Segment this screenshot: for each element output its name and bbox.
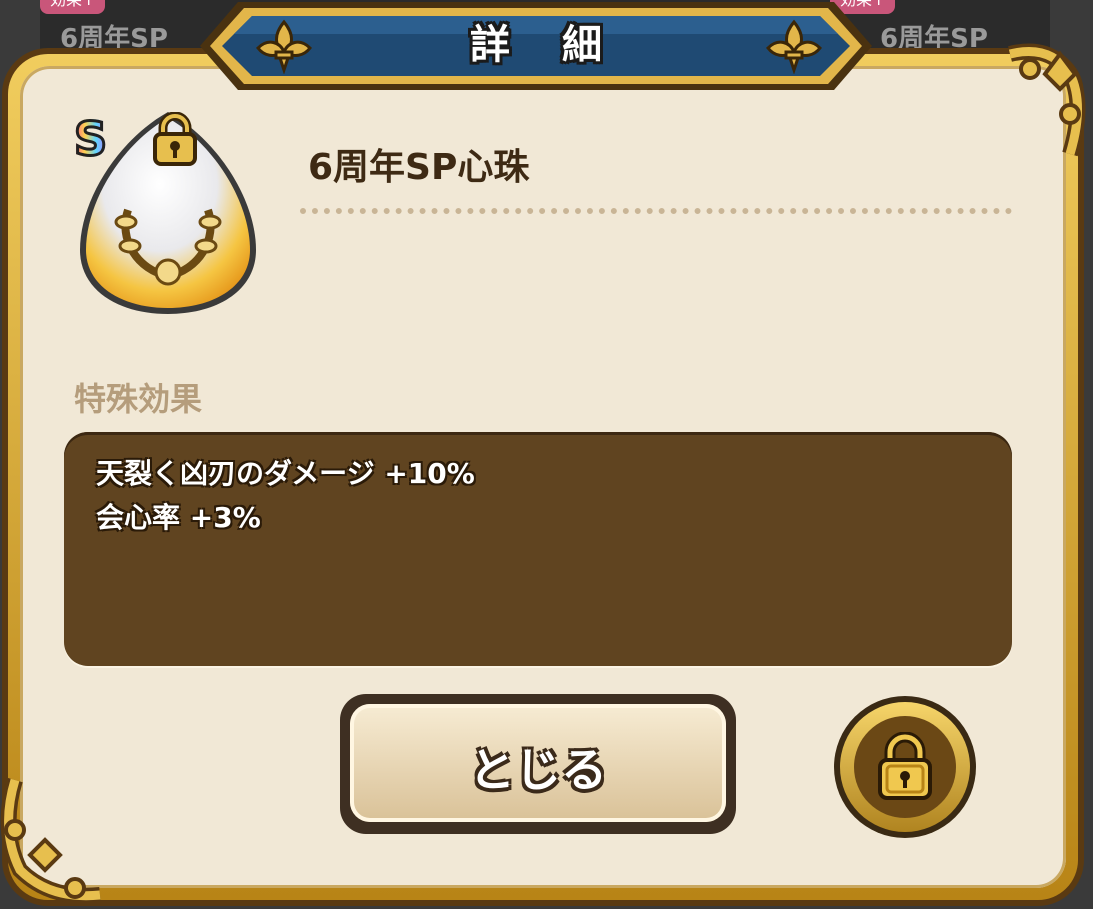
item-name: 6周年SP心珠	[308, 147, 530, 188]
divider	[300, 208, 1012, 214]
rank-badge: S	[72, 111, 108, 168]
corner-ornament-icon	[1008, 43, 1086, 157]
special-effect-label: 特殊効果	[74, 380, 203, 418]
background-tag: 効果↑	[40, 0, 106, 14]
effect-line: 会心率 +3%	[96, 501, 261, 534]
corner-ornament-icon	[0, 777, 101, 904]
lock-button-core	[854, 716, 956, 818]
dialog-title: 詳細	[470, 22, 654, 68]
lock-button[interactable]	[834, 696, 976, 838]
close-button[interactable]: とじる	[340, 694, 736, 834]
effect-line: 天裂く凶刃のダメージ +10%	[96, 457, 475, 490]
close-button-face[interactable]: とじる	[350, 704, 726, 822]
title-banner: 詳細	[198, 0, 874, 92]
lock-icon	[153, 112, 197, 166]
close-button-label: とじる	[469, 743, 607, 797]
effects-box: 天裂く凶刃のダメージ +10% 会心率 +3%	[64, 432, 1012, 666]
lock-button-ring	[840, 702, 970, 832]
lock-icon	[878, 732, 932, 800]
